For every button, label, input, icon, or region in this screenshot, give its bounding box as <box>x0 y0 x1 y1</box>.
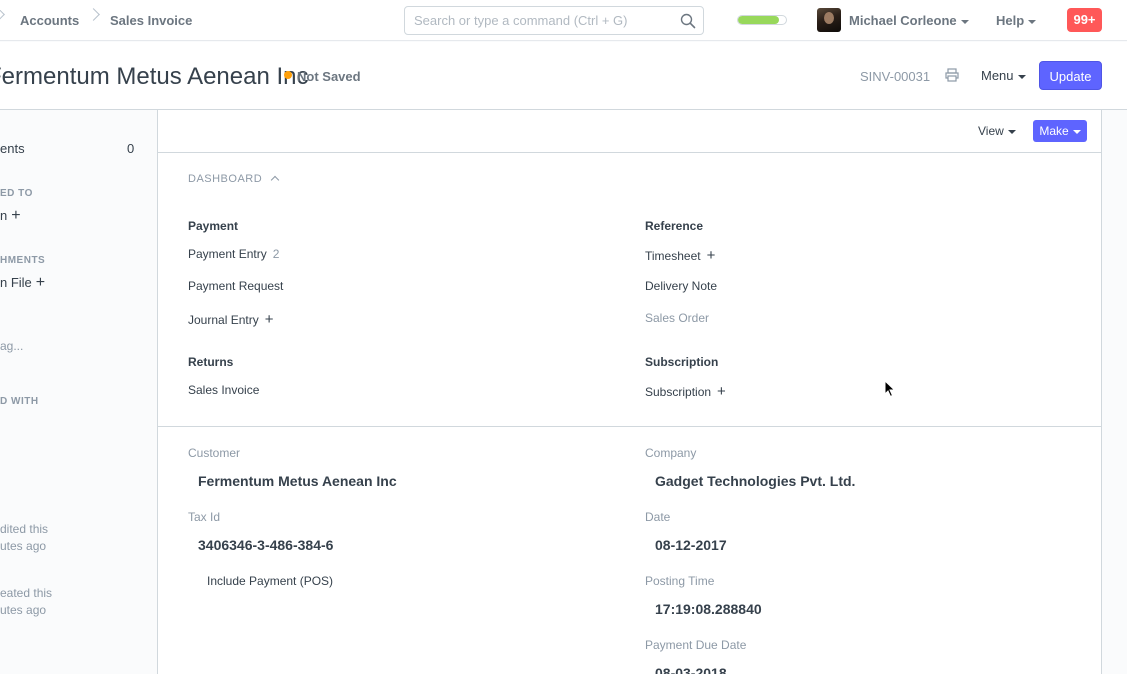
link-label: Subscription <box>645 385 712 399</box>
link-payment-entry[interactable]: Payment Entry 2 <box>188 247 279 261</box>
navbar: Accounts Sales Invoice Michael Corleone … <box>0 0 1127 41</box>
company-label: Company <box>645 446 697 460</box>
breadcrumb-accounts[interactable]: Accounts <box>20 13 79 28</box>
print-icon[interactable] <box>945 68 959 82</box>
link-label: Journal Entry <box>188 313 259 327</box>
sidebar-attachments-label: HMENTS <box>0 255 46 266</box>
include-payment-pos-checkbox[interactable]: Include Payment (POS) <box>207 574 333 588</box>
attach-label: n File <box>0 275 32 290</box>
link-subscription[interactable]: Subscription + <box>645 383 726 400</box>
caret-down-icon <box>1007 129 1016 134</box>
sidebar-activity-edited-time: utes ago <box>0 539 47 553</box>
plus-icon[interactable]: + <box>11 208 20 224</box>
link-label: Timesheet <box>645 249 701 263</box>
make-label: Make <box>1039 124 1069 138</box>
mouse-pointer-icon <box>884 380 896 398</box>
date-field[interactable]: 08-12-2017 <box>655 537 727 553</box>
view-label: View <box>978 124 1004 138</box>
notifications-badge[interactable]: 99+ <box>1067 8 1102 32</box>
breadcrumb-sales-invoice[interactable]: Sales Invoice <box>110 13 192 28</box>
link-count: 2 <box>272 247 280 261</box>
sidebar-activity-created-time: utes ago <box>0 603 47 617</box>
date-label: Date <box>645 510 671 524</box>
document-name: SINV-00031 <box>860 69 931 84</box>
chevron-up-icon <box>270 175 280 185</box>
tax-id-label: Tax Id <box>188 510 221 524</box>
chevron-right-icon <box>87 8 100 21</box>
customer-label: Customer <box>188 446 241 460</box>
view-dropdown-button[interactable]: View <box>978 124 1016 138</box>
page-title: Fermentum Metus Aenean Inc <box>0 63 309 90</box>
menu-dropdown-button[interactable]: Menu <box>981 68 1026 83</box>
sidebar-activity-edited: dited this <box>0 522 49 536</box>
sidebar-activity-created: eated this <box>0 586 53 600</box>
chevron-right-icon <box>0 8 5 21</box>
assign-label: n <box>0 208 8 223</box>
form-card: View Make DASHBOARD Payment Payment Entr… <box>157 110 1102 674</box>
search-input[interactable] <box>414 13 674 28</box>
group-title-reference: Reference <box>645 219 704 233</box>
company-field[interactable]: Gadget Technologies Pvt. Ltd. <box>655 473 855 489</box>
link-sales-order[interactable]: Sales Order <box>645 311 709 325</box>
caret-down-icon <box>1028 19 1037 24</box>
posting-time-label: Posting Time <box>645 574 715 588</box>
dashboard-heading: DASHBOARD <box>188 173 263 185</box>
caret-down-icon <box>1072 129 1081 134</box>
group-title-subscription: Subscription <box>645 355 719 369</box>
menu-label: Menu <box>981 68 1014 83</box>
link-payment-request[interactable]: Payment Request <box>188 279 283 293</box>
caret-down-icon <box>960 19 969 24</box>
customer-field[interactable]: Fermentum Metus Aenean Inc <box>198 473 397 489</box>
sidebar-shared-with-label: D WITH <box>0 396 39 407</box>
sidebar-attach-file[interactable]: n File + <box>0 275 45 291</box>
progress-fill <box>738 16 779 24</box>
status-badge: Not Saved <box>297 69 361 84</box>
sidebar-assignments-count: 0 <box>127 141 135 156</box>
posting-time-field[interactable]: 17:19:08.288840 <box>655 601 762 617</box>
link-timesheet[interactable]: Timesheet + <box>645 247 715 264</box>
sidebar-assign-action[interactable]: n + <box>0 208 21 224</box>
update-button[interactable]: Update <box>1039 61 1102 90</box>
search-box[interactable] <box>404 6 704 35</box>
plus-icon[interactable]: + <box>717 383 726 400</box>
link-sales-invoice[interactable]: Sales Invoice <box>188 383 259 397</box>
group-title-payment: Payment <box>188 219 239 233</box>
page-head: Fermentum Metus Aenean Inc Not Saved SIN… <box>0 42 1127 110</box>
user-name: Michael Corleone <box>849 13 957 28</box>
avatar[interactable] <box>817 8 841 32</box>
plus-icon[interactable]: + <box>707 247 716 264</box>
link-label: Payment Entry <box>188 247 267 261</box>
caret-down-icon <box>1017 74 1026 79</box>
user-menu[interactable]: Michael Corleone <box>849 13 969 28</box>
help-menu[interactable]: Help <box>996 13 1037 28</box>
due-date-label: Payment Due Date <box>645 638 747 652</box>
plus-icon[interactable]: + <box>265 311 274 328</box>
help-label: Help <box>996 13 1025 28</box>
sync-progress-bar <box>737 15 787 25</box>
search-icon[interactable] <box>680 13 696 29</box>
dashboard-toggle[interactable]: DASHBOARD <box>188 173 280 185</box>
sidebar-assigned-to-label: ED TO <box>0 188 33 199</box>
tax-id-field[interactable]: 3406346-3-486-384-6 <box>198 537 333 553</box>
status-indicator-dot <box>284 71 292 79</box>
link-journal-entry[interactable]: Journal Entry + <box>188 311 273 328</box>
sidebar-add-tag[interactable]: ag... <box>0 339 23 353</box>
make-dropdown-button[interactable]: Make <box>1033 120 1087 142</box>
plus-icon[interactable]: + <box>36 275 45 291</box>
due-date-field[interactable]: 08-03-2018 <box>655 665 727 674</box>
link-delivery-note[interactable]: Delivery Note <box>645 279 717 293</box>
form-toolbar: View Make <box>158 110 1101 153</box>
group-title-returns: Returns <box>188 355 234 369</box>
section-divider <box>158 426 1101 427</box>
sidebar-assignments[interactable]: ents <box>0 141 25 156</box>
